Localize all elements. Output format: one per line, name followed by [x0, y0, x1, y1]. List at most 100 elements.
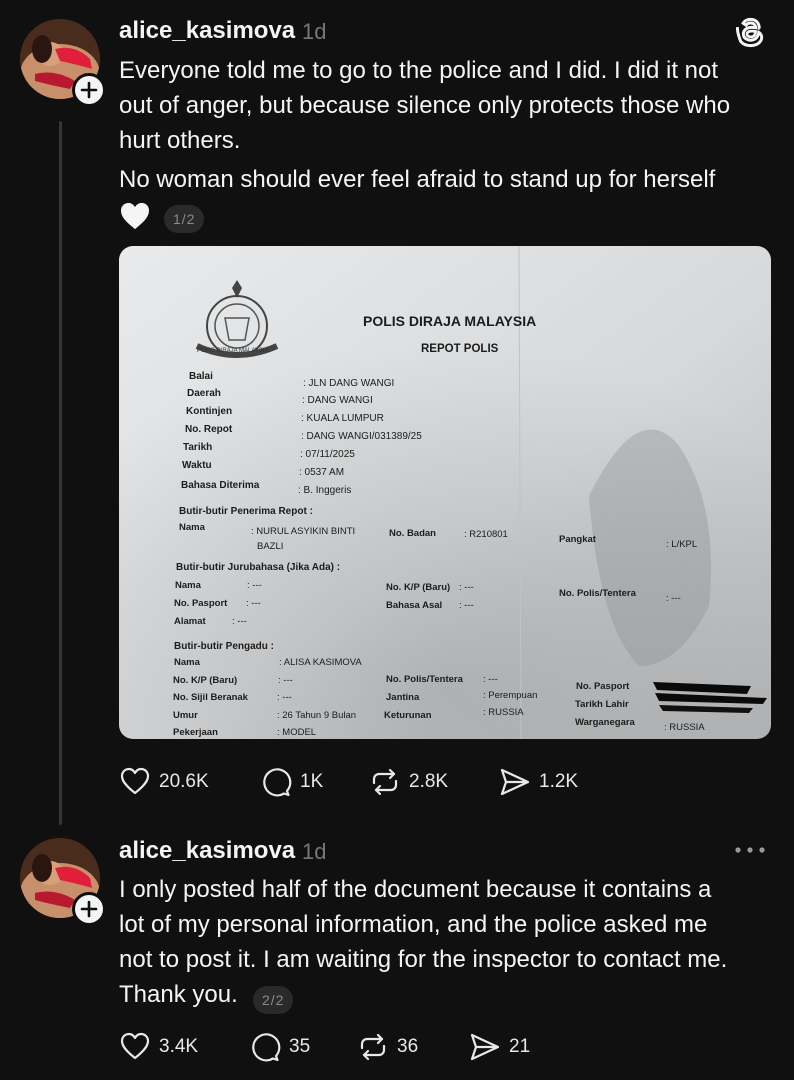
field-value: : --- [459, 600, 474, 611]
field-label: No. K/P (Baru) [386, 582, 450, 593]
field-label: No. Pasport [174, 598, 228, 609]
post-text-line: Thank you. [119, 981, 238, 1008]
post-username[interactable]: alice_kasimova [119, 17, 295, 45]
field-label: No. Pasport [576, 681, 630, 692]
like-count: 20.6K [159, 771, 209, 792]
field-label: Warganegara [575, 717, 636, 728]
pager-badge: 1/2 [164, 205, 205, 233]
share-button[interactable]: 1.2K [499, 766, 578, 798]
field-label: Keturunan [384, 710, 432, 721]
field-value: : 0537 AM [299, 467, 344, 478]
share-count: 21 [509, 1036, 531, 1057]
follow-plus-button[interactable] [72, 892, 106, 926]
field-value: : --- [278, 675, 293, 686]
white-heart-icon [121, 202, 149, 230]
field-value: : --- [247, 580, 262, 591]
field-value: BAZLI [257, 541, 283, 552]
field-label: Alamat [174, 616, 207, 627]
repost-icon [360, 1033, 386, 1061]
section-heading: Butir-butir Pengadu : [174, 641, 274, 652]
like-button[interactable]: 3.4K [119, 1031, 198, 1063]
repost-count: 36 [397, 1036, 419, 1057]
field-label: Pangkat [559, 534, 597, 545]
field-value: : Perempuan [483, 690, 537, 701]
field-value: : DANG WANGI/031389/25 [301, 431, 422, 442]
field-label: Balai [189, 371, 213, 382]
field-value: : RUSSIA [664, 722, 705, 733]
post-time: 1d [302, 19, 327, 44]
field-label: Umur [173, 710, 198, 721]
field-label: No. Badan [389, 528, 436, 539]
field-label: No. Polis/Tentera [559, 588, 637, 599]
field-value: : --- [232, 616, 247, 627]
document-subheader: REPOT POLIS [421, 343, 499, 355]
field-label: Nama [174, 657, 201, 668]
reply-count: 35 [289, 1036, 311, 1057]
field-label: Pekerjaan [173, 727, 218, 738]
post-text-line: Everyone told me to go to the police and… [119, 57, 719, 84]
post-text: I only posted half of the document becau… [119, 872, 727, 1012]
field-value: : ALISA KASIMOVA [279, 657, 362, 668]
threads-logo-icon[interactable] [736, 16, 766, 48]
reply-button[interactable]: 1K [260, 766, 323, 798]
like-button[interactable]: 20.6K [119, 766, 209, 798]
post-text-line: out of anger, but because silence only p… [119, 92, 731, 119]
field-value: : --- [277, 692, 292, 703]
field-value: : --- [666, 593, 681, 604]
repost-button[interactable]: 36 [357, 1031, 418, 1063]
field-label: Bahasa Asal [386, 600, 442, 611]
post-username[interactable]: alice_kasimova [119, 837, 295, 865]
field-value: : B. Inggeris [298, 485, 351, 496]
section-heading: Butir-butir Jurubahasa (Jika Ada) : [176, 562, 340, 573]
field-label: No. Polis/Tentera [386, 674, 464, 685]
reply-count: 1K [300, 771, 324, 792]
field-label: No. Sijil Beranak [173, 692, 249, 703]
comment-icon [263, 768, 292, 797]
share-button[interactable]: 21 [469, 1031, 530, 1063]
comment-icon [252, 1033, 281, 1062]
field-value: : RUSSIA [483, 707, 524, 718]
post-time: 1d [302, 839, 327, 864]
field-value: : JLN DANG WANGI [303, 378, 394, 389]
plus-icon [80, 81, 98, 99]
heart-icon [120, 767, 150, 795]
field-label: Bahasa Diterima [181, 480, 260, 491]
field-label: Kontinjen [186, 406, 232, 417]
redaction-marks [653, 682, 767, 713]
field-label: Tarikh [183, 442, 212, 453]
post-text-line: I only posted half of the document becau… [119, 876, 712, 903]
plus-icon [80, 900, 98, 918]
field-label: Jantina [386, 692, 420, 703]
field-value: : --- [246, 598, 261, 609]
police-report-photo[interactable]: POLIS DIRAJA MALAYSIA POLIS DIRAJA MALAY… [119, 246, 771, 739]
send-icon [470, 1033, 500, 1061]
more-options-icon[interactable] [734, 846, 766, 854]
repost-button[interactable]: 2.8K [369, 766, 448, 798]
post-text: Everyone told me to go to the police and… [119, 53, 730, 197]
field-value: : KUALA LUMPUR [301, 413, 384, 424]
field-value: : L/KPL [666, 539, 697, 550]
field-value: : --- [483, 674, 498, 685]
post-text-line: No woman should ever feel afraid to stan… [119, 166, 716, 193]
section-heading: Butir-butir Penerima Repot : [179, 506, 313, 517]
like-count: 3.4K [159, 1036, 199, 1057]
field-value: : --- [459, 582, 474, 593]
pager-badge: 2/2 [253, 986, 294, 1014]
field-value: : MODEL [277, 727, 316, 738]
crest-ribbon-text: POLIS DIRAJA MALAYSIA [197, 348, 269, 354]
follow-plus-button[interactable] [72, 73, 106, 107]
field-label: Tarikh Lahir [575, 699, 629, 710]
field-label: Nama [175, 580, 202, 591]
send-icon [500, 768, 530, 796]
field-value: : NURUL ASYIKIN BINTI [251, 526, 355, 537]
post-text-line: not to post it. I am waiting for the ins… [119, 946, 728, 973]
field-value: : 26 Tahun 9 Bulan [277, 710, 356, 721]
reply-button[interactable]: 35 [249, 1031, 310, 1063]
repost-icon [372, 768, 398, 796]
field-label: Daerah [187, 388, 221, 399]
share-count: 1.2K [539, 771, 579, 792]
post-text-line: lot of my personal information, and the … [119, 911, 708, 938]
field-value: : 07/11/2025 [300, 449, 355, 460]
heart-icon [120, 1032, 150, 1060]
repost-count: 2.8K [409, 771, 449, 792]
